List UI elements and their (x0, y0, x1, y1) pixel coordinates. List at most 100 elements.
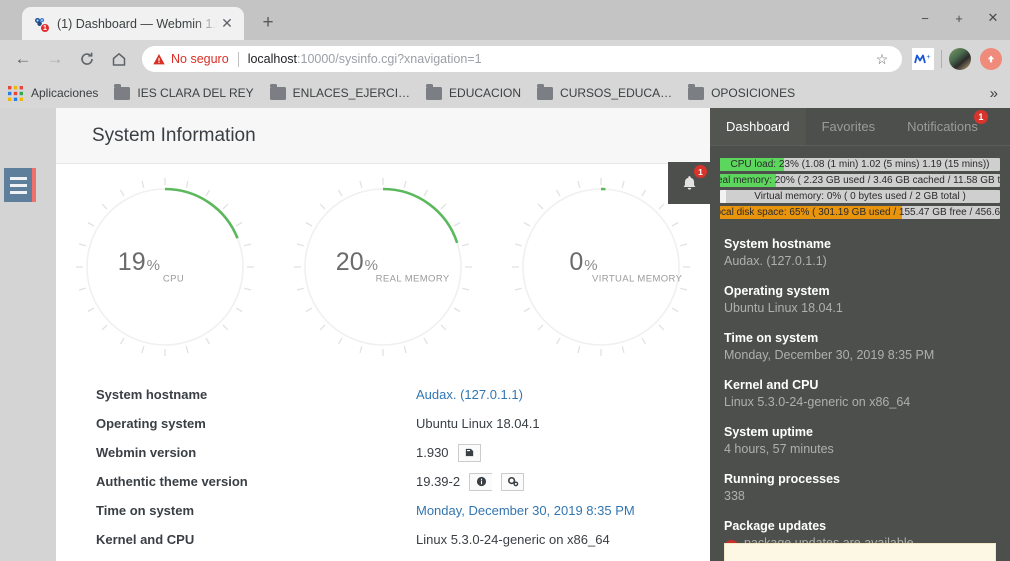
row-key: Time on system (96, 503, 195, 518)
bookmark-item[interactable]: IES CLARA DEL REY (114, 83, 254, 100)
hamburger-bar (9, 190, 27, 194)
chrome-update-button[interactable] (980, 48, 1002, 70)
tab-close-icon[interactable]: ✕ (218, 15, 236, 33)
gauge-real-memory-label: REAL MEMORY (375, 273, 450, 285)
webmin-favicon: 1 (32, 15, 50, 33)
notifications-float-button[interactable]: 1 (668, 162, 710, 204)
folder-icon (114, 83, 131, 100)
bookmark-star-icon[interactable]: ☆ (872, 51, 892, 68)
info-block-key: Running processes (724, 472, 840, 486)
bar-real-memory[interactable]: Real memory: 20% ( 2.23 GB used / 3.46 G… (720, 174, 1000, 187)
info-block-value: Linux 5.3.0-24-generic on x86_64 (724, 395, 911, 409)
info-block-key: Kernel and CPU (724, 378, 819, 392)
sidebar-toggle-button[interactable] (4, 168, 36, 202)
forward-icon[interactable]: → (40, 44, 70, 74)
browser-titlebar: 1 (1) Dashboard — Webmin 1.93 ✕ + − + ✕ (0, 0, 1010, 40)
info-block-key: Time on system (724, 331, 819, 345)
bookmark-item[interactable]: OPOSICIONES (688, 83, 796, 100)
info-block: Kernel and CPU Linux 5.3.0-24-generic on… (724, 377, 996, 411)
row-value[interactable]: Monday, December 30, 2019 8:35 PM (416, 503, 635, 518)
bar-cpu-load-label: CPU load: 23% (1.08 (1 min) 1.02 (5 mins… (730, 159, 990, 170)
page-header: System Information (56, 108, 710, 164)
folder-icon (269, 83, 286, 100)
home-icon[interactable] (104, 44, 134, 74)
row-value: 1.930 (416, 445, 449, 460)
row-key: Authentic theme version (96, 474, 248, 489)
info-block-value: Audax. (127.0.1.1) (724, 254, 827, 268)
bookmarks-overflow-icon[interactable]: » (990, 85, 1002, 102)
info-block-value: Monday, December 30, 2019 8:35 PM (724, 348, 935, 362)
row-value[interactable]: Audax. (127.0.1.1) (416, 387, 523, 402)
hamburger-bar (9, 176, 27, 180)
back-icon[interactable]: ← (8, 44, 38, 74)
browser-tab[interactable]: 1 (1) Dashboard — Webmin 1.93 ✕ (22, 7, 244, 40)
bookmark-label: EDUCACION (449, 86, 522, 100)
browser-navbar: ← → No seguro localhost:10000/sysinfo.cg… (0, 40, 1010, 78)
right-dashboard-panel: Dashboard Favorites Notifications 1 CPU … (710, 108, 1010, 561)
info-block-key: System hostname (724, 237, 831, 251)
apps-grid-icon (8, 85, 23, 101)
bar-virtual-memory[interactable]: Virtual memory: 0% ( 0 bytes used / 2 GB… (720, 190, 1000, 203)
row-value: 19.39-2 (416, 474, 461, 489)
cogs-icon[interactable] (501, 472, 525, 491)
hamburger-bar (9, 183, 27, 187)
gauge-virtual-memory-label: VIRTUAL MEMORY (591, 273, 683, 285)
gauge-cpu: 19% CPU (56, 172, 274, 362)
info-block-value: 4 hours, 57 minutes (724, 442, 834, 456)
notification-count-badge: 1 (694, 165, 707, 178)
row-key: Webmin version (96, 445, 197, 460)
not-secure-warning-icon (153, 53, 165, 64)
bookmark-apps[interactable]: Aplicaciones (8, 85, 98, 101)
right-panel-info: System hostname Audax. (127.0.1.1) Opera… (710, 222, 1010, 555)
bookmark-label: OPOSICIONES (711, 86, 796, 100)
gauge-real-memory-value: 20% (335, 247, 378, 276)
bar-local-disk-space[interactable]: Local disk space: 65% ( 301.19 GB used /… (720, 206, 1000, 219)
tab-notifications-label: Notifications (907, 119, 978, 134)
movistar-extension-icon[interactable]: + (912, 48, 934, 70)
close-window-button[interactable]: ✕ (976, 3, 1010, 33)
bookmark-item[interactable]: ENLACES_EJERCI… (269, 83, 411, 100)
new-tab-button[interactable]: + (254, 9, 282, 37)
panel-bottom-card (724, 543, 996, 561)
gauge-cpu-label: CPU (162, 273, 185, 285)
minimize-button[interactable]: − (908, 3, 942, 33)
tab-dashboard[interactable]: Dashboard (710, 108, 806, 145)
gauge-cpu-svg (76, 178, 254, 356)
bookmark-item[interactable]: EDUCACION (426, 83, 522, 100)
table-row: Webmin version 1.930 (96, 438, 710, 467)
reload-icon[interactable] (72, 44, 102, 74)
book-icon[interactable] (457, 443, 481, 462)
package-updates-key: Package updates (724, 519, 827, 533)
tab-favorites[interactable]: Favorites (806, 108, 891, 145)
folder-icon (688, 83, 705, 100)
info-icon[interactable] (469, 472, 493, 491)
bookmark-label: ENLACES_EJERCI… (292, 86, 411, 100)
bar-cpu-load[interactable]: CPU load: 23% (1.08 (1 min) 1.02 (5 mins… (720, 158, 1000, 171)
row-value: Linux 5.3.0-24-generic on x86_64 (416, 532, 610, 547)
tab-title: (1) Dashboard — Webmin 1.93 (57, 16, 218, 31)
system-info-table: System hostname Audax. (127.0.1.1) Opera… (56, 362, 710, 554)
info-block-value: Ubuntu Linux 18.04.1 (724, 301, 843, 315)
main-content: System Information 1 19% CPU 20% REAL ME… (56, 108, 710, 561)
info-block-key: Operating system (724, 284, 830, 298)
gauges-row: 19% CPU 20% REAL MEMORY 0% VIRTUAL MEMOR… (56, 164, 710, 362)
page-viewport: System Information 1 19% CPU 20% REAL ME… (0, 108, 1010, 561)
bookmark-item[interactable]: CURSOS_EDUCA… (537, 83, 672, 100)
bar-real-memory-label: Real memory: 20% ( 2.23 GB used / 3.46 G… (720, 175, 1000, 186)
table-row: Operating system Ubuntu Linux 18.04.1 (96, 409, 710, 438)
folder-icon (537, 83, 554, 100)
url-path: :10000/sysinfo.cgi?xnavigation=1 (297, 52, 482, 66)
page-title: System Information (92, 124, 256, 146)
row-key: Operating system (96, 416, 206, 431)
row-value-group: 1.930 (416, 443, 481, 462)
bookmarks-bar: Aplicaciones IES CLARA DEL REY ENLACES_E… (0, 78, 1010, 108)
window-controls: − + ✕ (908, 0, 1010, 36)
info-block: System uptime 4 hours, 57 minutes (724, 424, 996, 458)
address-bar[interactable]: No seguro localhost:10000/sysinfo.cgi?xn… (142, 46, 902, 72)
maximize-button[interactable]: + (942, 3, 976, 33)
omnibox-divider (237, 51, 239, 67)
tab-notifications[interactable]: Notifications 1 (891, 108, 994, 145)
gauge-real-memory: 20% REAL MEMORY (274, 172, 492, 362)
info-block-key: System uptime (724, 425, 813, 439)
profile-avatar[interactable] (949, 48, 971, 70)
